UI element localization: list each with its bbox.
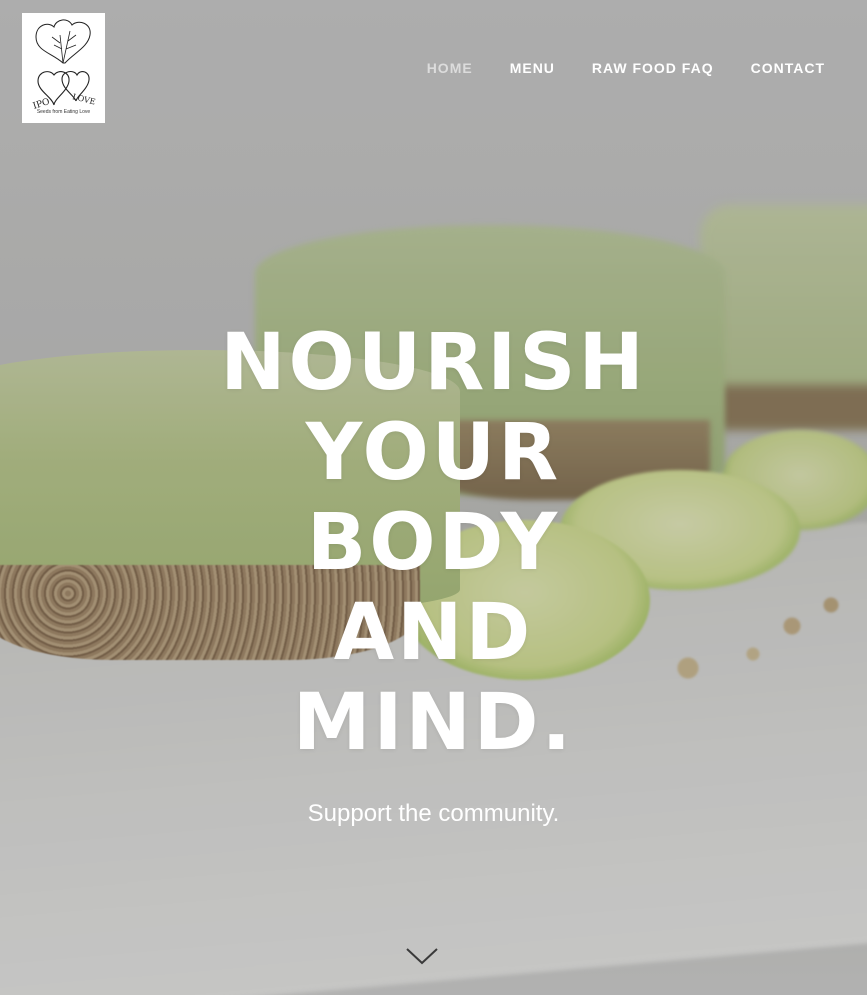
headline-line: AND bbox=[333, 588, 534, 678]
nav-menu-link[interactable]: MENU bbox=[510, 60, 555, 76]
headline-line: MIND. bbox=[292, 678, 575, 768]
chevron-down-icon bbox=[406, 948, 438, 965]
nav-raw-food-faq-link[interactable]: RAW FOOD FAQ bbox=[592, 60, 714, 76]
hero-section: IPO LOVE Seeds from Eating Love HOME MEN… bbox=[0, 0, 867, 995]
nav-contact-link[interactable]: CONTACT bbox=[751, 60, 825, 76]
logo-caption: Seeds from Eating Love bbox=[36, 109, 91, 115]
main-nav: HOME MENU RAW FOOD FAQ CONTACT bbox=[427, 60, 825, 76]
hero-subtitle: Support the community. bbox=[307, 800, 560, 827]
beet-heart-logo-icon: IPO LOVE bbox=[32, 19, 97, 112]
svg-text:LOVE: LOVE bbox=[72, 92, 97, 106]
headline-line: BODY bbox=[306, 498, 561, 588]
nav-home-link[interactable]: HOME bbox=[427, 60, 473, 76]
headline-line: YOUR bbox=[305, 408, 562, 498]
headline-line: NOURISH bbox=[220, 318, 647, 408]
site-logo[interactable]: IPO LOVE Seeds from Eating Love bbox=[22, 13, 105, 123]
hero-headline: NOURISH YOUR BODY AND MIND. bbox=[0, 318, 867, 768]
scroll-down-button[interactable] bbox=[405, 945, 439, 967]
